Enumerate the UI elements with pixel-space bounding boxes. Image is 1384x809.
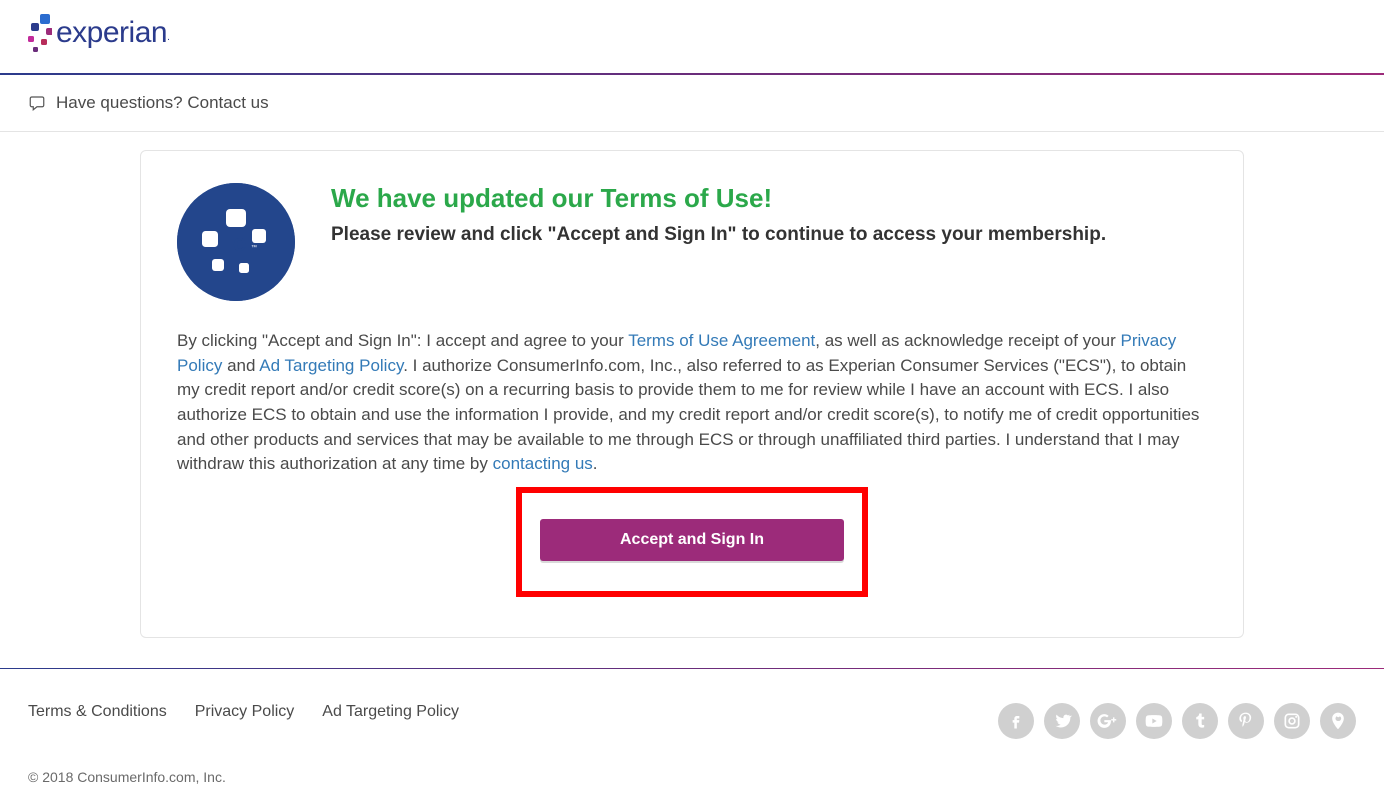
experian-logo[interactable]: experian. [28, 12, 169, 54]
body-text-2: , as well as acknowledge receipt of your [815, 331, 1120, 350]
contacting-us-link[interactable]: contacting us [493, 454, 593, 473]
contact-bar[interactable]: Have questions? Contact us [0, 75, 1384, 132]
instagram-icon[interactable] [1274, 703, 1310, 739]
card-title: We have updated our Terms of Use! [331, 183, 1106, 214]
terms-body: By clicking "Accept and Sign In": I acce… [177, 329, 1207, 477]
copyright: © 2018 ConsumerInfo.com, Inc. [0, 769, 1384, 809]
logo-text: experian. [56, 16, 169, 50]
logo-dots-icon [28, 12, 52, 54]
footer-adtarget-link[interactable]: Ad Targeting Policy [322, 703, 459, 721]
youtube-icon[interactable] [1136, 703, 1172, 739]
body-text-and: and [222, 356, 259, 375]
experian-badge-icon: e ™ [177, 183, 295, 301]
google-plus-icon[interactable] [1090, 703, 1126, 739]
title-block: We have updated our Terms of Use! Please… [331, 183, 1106, 246]
twitter-icon[interactable] [1044, 703, 1080, 739]
contact-text[interactable]: Have questions? Contact us [56, 93, 269, 113]
accept-sign-in-button[interactable]: Accept and Sign In [540, 519, 844, 561]
card-subtitle: Please review and click "Accept and Sign… [331, 224, 1106, 246]
terms-card: e ™ We have updated our Terms of Use! Pl… [140, 150, 1244, 638]
ad-targeting-link[interactable]: Ad Targeting Policy [259, 356, 403, 375]
chat-icon [28, 94, 46, 112]
footer: Terms & Conditions Privacy Policy Ad Tar… [0, 669, 1384, 769]
card-header-row: e ™ We have updated our Terms of Use! Pl… [177, 183, 1207, 301]
periscope-icon[interactable] [1320, 703, 1356, 739]
header: experian. [0, 0, 1384, 73]
social-icons [998, 703, 1356, 739]
facebook-icon[interactable] [998, 703, 1034, 739]
svg-text:™: ™ [251, 244, 257, 251]
footer-terms-link[interactable]: Terms & Conditions [28, 703, 167, 721]
footer-privacy-link[interactable]: Privacy Policy [195, 703, 295, 721]
highlight-box: Accept and Sign In [516, 487, 868, 597]
pinterest-icon[interactable] [1228, 703, 1264, 739]
body-text-4: . [593, 454, 598, 473]
terms-of-use-link[interactable]: Terms of Use Agreement [628, 331, 815, 350]
tumblr-icon[interactable] [1182, 703, 1218, 739]
svg-text:e: e [233, 230, 246, 257]
body-text-1: By clicking "Accept and Sign In": I acce… [177, 331, 628, 350]
button-area: Accept and Sign In [177, 487, 1207, 597]
footer-links: Terms & Conditions Privacy Policy Ad Tar… [28, 703, 459, 721]
